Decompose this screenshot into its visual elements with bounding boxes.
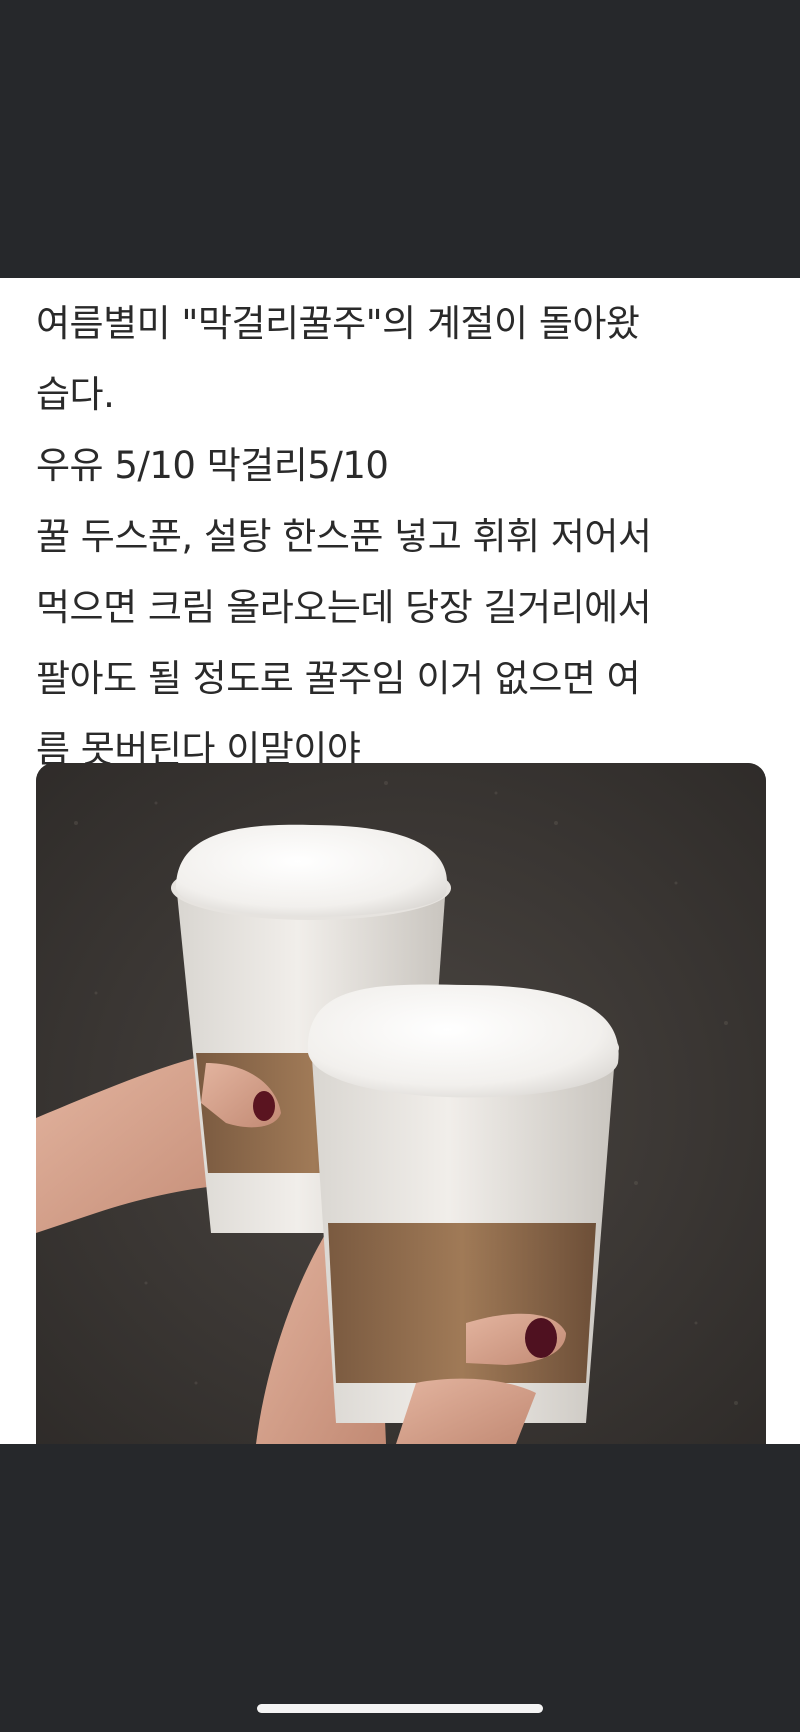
- bottom-dark-area: [0, 1444, 800, 1732]
- post-text-line: 꿀 두스푼, 설탕 한스푼 넣고 휘휘 저어서: [36, 515, 652, 558]
- post-text: 여름별미 "막걸리꿀주"의 계절이 돌아왔 습다. 우유 5/10 막걸리5/1…: [36, 288, 766, 785]
- post-card: 여름별미 "막걸리꿀주"의 계절이 돌아왔 습다. 우유 5/10 막걸리5/1…: [0, 278, 800, 1444]
- top-dark-area: [0, 0, 800, 278]
- post-text-line: 여름별미 "막걸리꿀주"의 계절이 돌아왔: [36, 302, 640, 345]
- post-photo[interactable]: [36, 763, 766, 1444]
- home-indicator[interactable]: [257, 1704, 543, 1713]
- post-text-line: 우유 5/10 막걸리5/10: [36, 444, 389, 487]
- post-text-line: 팔아도 될 정도로 꿀주임 이거 없으면 여: [36, 657, 641, 700]
- post-text-line: 먹으면 크림 올라오는데 당장 길거리에서: [36, 586, 652, 629]
- post-text-line: 습다.: [36, 373, 115, 416]
- makgeolli-cups-photo: [36, 763, 766, 1444]
